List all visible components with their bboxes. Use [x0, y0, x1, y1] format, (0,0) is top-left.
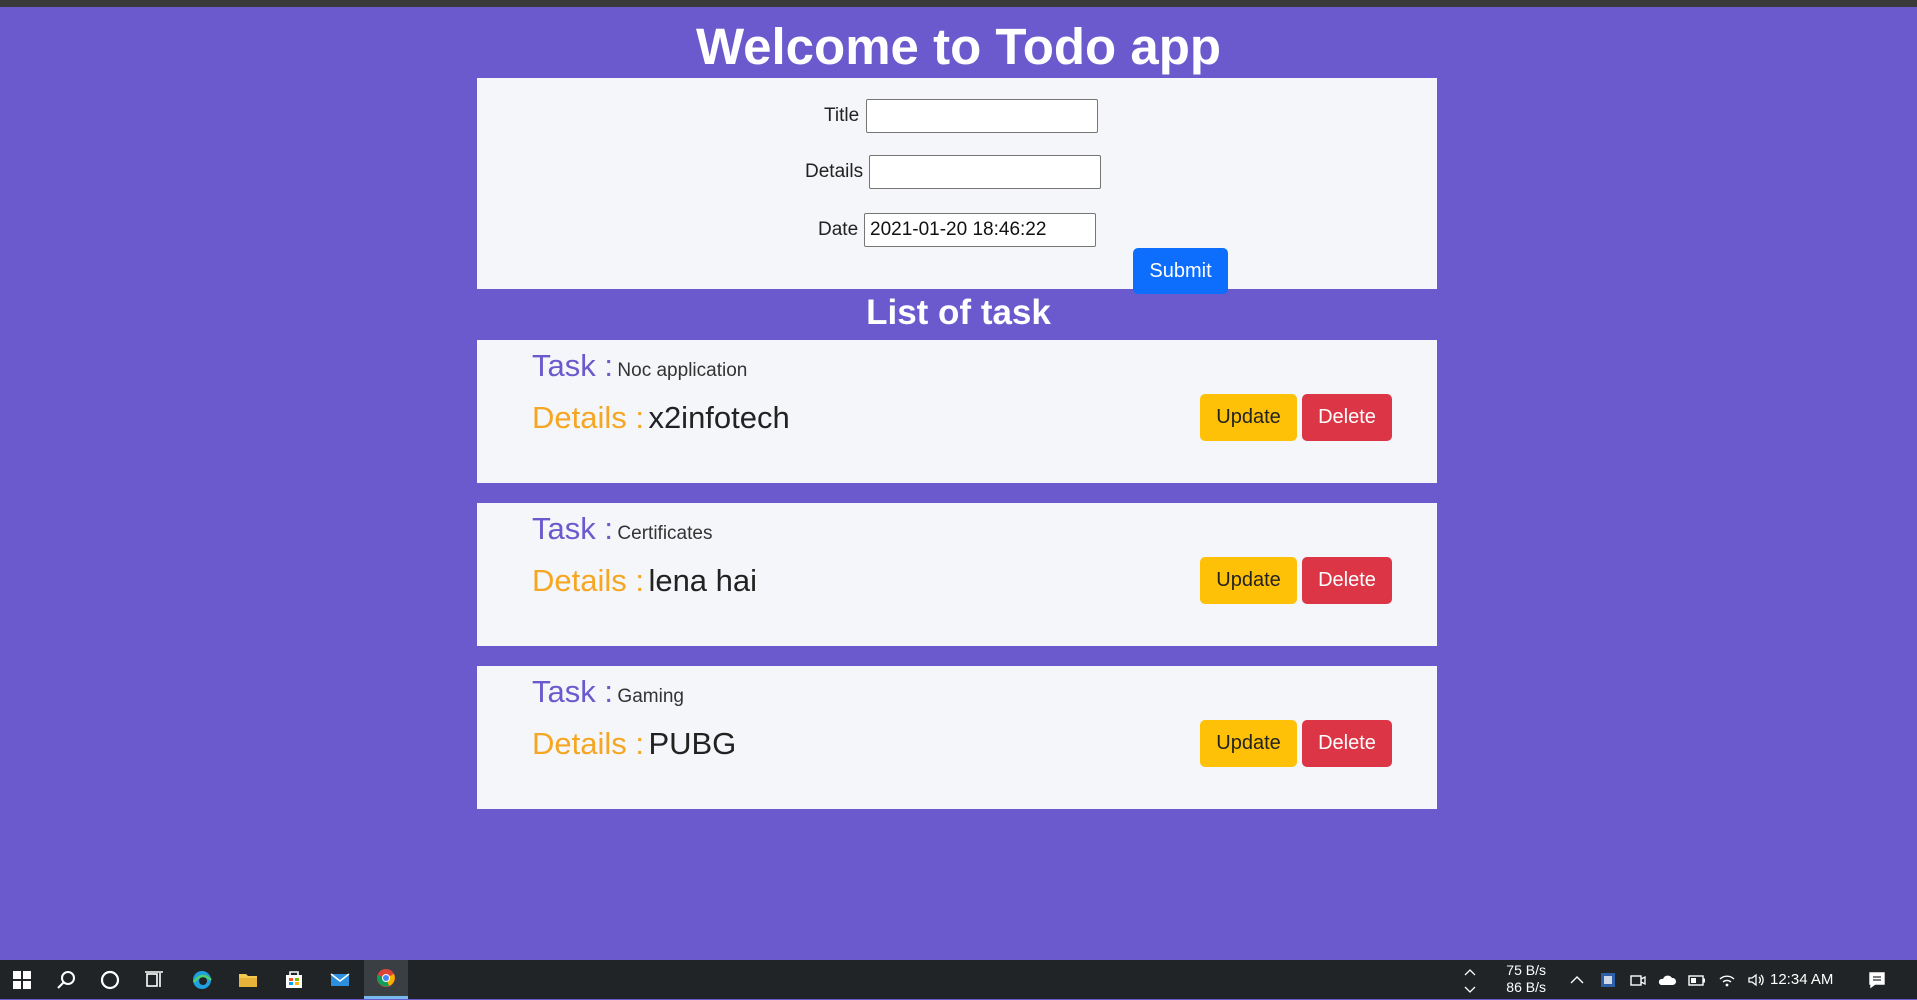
task-key-label: Task :	[532, 674, 613, 709]
details-key-label: Details :	[532, 726, 644, 761]
edge-icon[interactable]	[180, 960, 224, 999]
task-view-icon[interactable]	[132, 960, 176, 999]
task-title: Certificates	[617, 523, 713, 544]
wifi-icon[interactable]	[1716, 969, 1738, 991]
task-details-line: Details : PUBG	[532, 724, 736, 764]
app-tray-icon[interactable]	[1597, 969, 1619, 991]
store-icon[interactable]	[272, 960, 316, 999]
task-title: Noc application	[617, 360, 748, 381]
date-input[interactable]	[864, 213, 1096, 247]
title-label: Title	[824, 105, 860, 126]
browser-top-strip	[0, 0, 1917, 7]
delete-button[interactable]: Delete	[1302, 394, 1392, 441]
network-speed: 75 B/s 86 B/s	[1492, 962, 1546, 996]
notification-center-icon[interactable]	[1866, 969, 1888, 991]
update-button[interactable]: Update	[1200, 394, 1297, 441]
mail-icon[interactable]	[318, 960, 362, 999]
task-title-line: Task : Noc application	[532, 346, 747, 391]
volume-icon[interactable]	[1745, 969, 1767, 991]
details-input[interactable]	[869, 155, 1101, 189]
submit-button[interactable]: Submit	[1133, 248, 1228, 294]
task-details: x2infotech	[648, 400, 790, 435]
network-download-speed: 86 B/s	[1506, 979, 1546, 995]
task-details-line: Details : x2infotech	[532, 398, 790, 438]
task-key-label: Task :	[532, 348, 613, 383]
update-button[interactable]: Update	[1200, 720, 1297, 767]
task-card: Task : Noc application Details : x2infot…	[477, 340, 1437, 483]
taskbar-clock[interactable]: 12:34 AM	[1770, 960, 1833, 999]
update-button[interactable]: Update	[1200, 557, 1297, 604]
task-card: Task : Certificates Details : lena hai U…	[477, 503, 1437, 646]
battery-icon[interactable]	[1686, 969, 1708, 991]
page: Welcome to Todo app Title Details Date S…	[0, 7, 1917, 960]
task-card: Task : Gaming Details : PUBG Update Dele…	[477, 666, 1437, 809]
task-details-line: Details : lena hai	[532, 561, 757, 601]
task-title-line: Task : Gaming	[532, 672, 684, 717]
details-key-label: Details :	[532, 400, 644, 435]
page-title: Welcome to Todo app	[695, 18, 1222, 75]
show-hidden-icons-icon[interactable]	[1566, 969, 1588, 991]
details-key-label: Details :	[532, 563, 644, 598]
search-icon[interactable]	[44, 960, 88, 999]
add-task-form: Title Details Date Submit	[477, 78, 1437, 294]
meet-now-icon[interactable]	[1627, 969, 1649, 991]
chevron-down-icon[interactable]	[1459, 978, 1481, 1000]
delete-button[interactable]: Delete	[1302, 557, 1392, 604]
cortana-icon[interactable]	[88, 960, 132, 999]
chrome-icon[interactable]	[364, 960, 408, 999]
onedrive-icon[interactable]	[1656, 969, 1678, 991]
network-upload-speed: 75 B/s	[1506, 962, 1546, 978]
date-label: Date	[818, 219, 859, 240]
windows-taskbar: 75 B/s 86 B/s 12:34 AM	[0, 960, 1917, 999]
task-title-line: Task : Certificates	[532, 509, 712, 554]
file-explorer-icon[interactable]	[226, 960, 270, 999]
task-key-label: Task :	[532, 511, 613, 546]
task-details: PUBG	[648, 726, 737, 761]
task-title: Gaming	[617, 686, 684, 707]
windows-start-icon[interactable]	[0, 960, 44, 999]
details-label: Details	[805, 161, 864, 182]
task-details: lena hai	[648, 563, 758, 598]
delete-button[interactable]: Delete	[1302, 720, 1392, 767]
title-input[interactable]	[866, 99, 1098, 133]
task-list-heading: List of task	[866, 293, 1051, 332]
